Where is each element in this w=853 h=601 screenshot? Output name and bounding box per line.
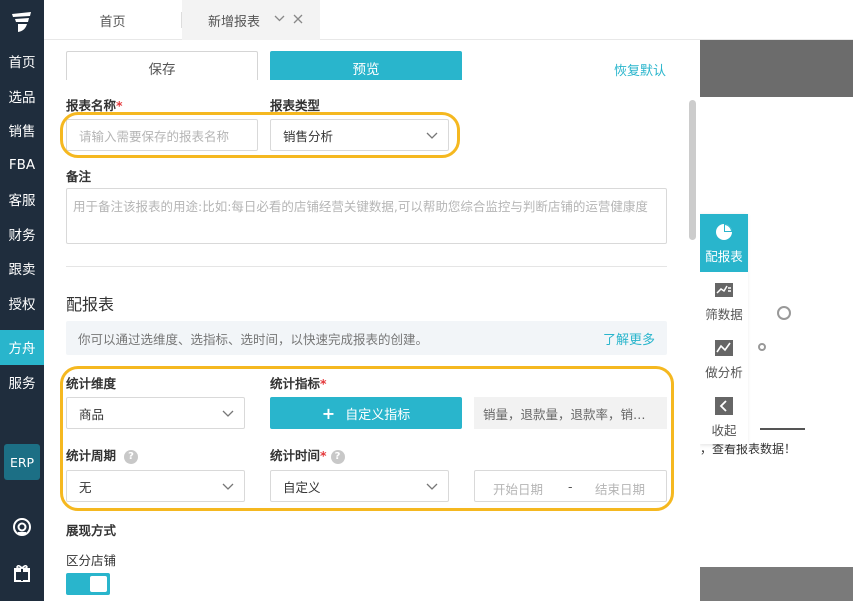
side-toolbar: 配报表 筛数据 做分析 收起 — [700, 214, 748, 444]
tool-filter-data[interactable]: 筛数据 — [700, 272, 748, 330]
split-store-label: 区分店铺 — [66, 553, 117, 568]
erp-button[interactable]: ERP — [4, 444, 40, 480]
nav-item-fangzhou[interactable]: 方舟 — [0, 330, 44, 365]
nav-item-auth[interactable]: 授权 — [0, 286, 44, 321]
reset-default-link[interactable]: 恢复默认 — [614, 60, 666, 79]
gift-icon[interactable] — [0, 558, 44, 588]
nav-item-selection[interactable]: 选品 — [0, 79, 44, 114]
config-hint-text: 你可以通过选维度、选指标、选时间，以快速完成报表的创建。 — [78, 331, 429, 347]
tool-analysis[interactable]: 做分析 — [700, 330, 748, 388]
decor-circle — [758, 343, 766, 351]
header-mask — [44, 80, 684, 93]
chevron-down-icon[interactable] — [274, 13, 285, 27]
note-textarea[interactable]: 用于备注该报表的用途:比如:每日必看的店铺经营关键数据,可以帮助您综合监控与判断… — [66, 188, 667, 244]
divider — [66, 266, 667, 267]
tab-home[interactable]: 首页 — [44, 0, 181, 40]
app-logo[interactable] — [0, 0, 44, 44]
nav-item-fba[interactable]: FBA — [0, 148, 44, 183]
overlay-bottom — [700, 567, 853, 601]
support-icon[interactable] — [0, 512, 44, 542]
scrollbar[interactable] — [689, 100, 696, 240]
tool-config-report-label: 配报表 — [705, 248, 743, 264]
split-store-toggle[interactable] — [66, 573, 110, 595]
logo-icon — [12, 12, 31, 32]
learn-more-link[interactable]: 了解更多 — [603, 329, 655, 348]
nav-item-service[interactable]: 客服 — [0, 182, 44, 217]
nav-item-follow[interactable]: 跟卖 — [0, 251, 44, 286]
left-nav: 首页 选品 销售 FBA 客服 财务 跟卖 授权 方舟 服务 ERP — [0, 0, 44, 601]
tool-filter-data-label: 筛数据 — [705, 306, 743, 322]
highlight-config — [60, 366, 674, 511]
tool-collapse[interactable]: 收起 — [700, 388, 748, 446]
tool-config-report[interactable]: 配报表 — [700, 214, 748, 272]
decor-circle — [777, 306, 791, 320]
highlight-name-type — [60, 112, 460, 158]
overlay-top — [700, 40, 853, 97]
note-label: 备注 — [66, 169, 92, 184]
pie-chart-icon — [716, 223, 732, 240]
nav-item-sales[interactable]: 销售 — [0, 113, 44, 148]
nav-item-home[interactable]: 首页 — [0, 44, 44, 79]
tab-new-report[interactable]: 新增报表 — [182, 0, 320, 40]
close-icon[interactable] — [293, 13, 303, 28]
tab-new-report-label: 新增报表 — [208, 14, 261, 30]
line-chart-icon — [715, 339, 733, 356]
toggle-knob — [90, 576, 107, 592]
filter-chart-icon — [715, 282, 733, 297]
display-mode-label: 展现方式 — [66, 523, 117, 538]
nav-item-finance[interactable]: 财务 — [0, 217, 44, 252]
decor-line — [760, 428, 805, 430]
collapse-icon — [715, 396, 733, 415]
config-hint: 你可以通过选维度、选指标、选时间，以快速完成报表的创建。 了解更多 — [66, 321, 667, 355]
config-section-title: 配报表 — [66, 295, 115, 314]
report-form-panel: 保存 预览 恢复默认 报表名称* 报表类型 请输入需要保存的报表名称 销售分析 … — [44, 40, 700, 601]
tab-bar: 首页 新增报表 — [44, 0, 853, 40]
tool-collapse-label: 收起 — [711, 422, 737, 438]
nav-item-services[interactable]: 服务 — [0, 365, 44, 400]
tool-analysis-label: 做分析 — [705, 364, 743, 380]
